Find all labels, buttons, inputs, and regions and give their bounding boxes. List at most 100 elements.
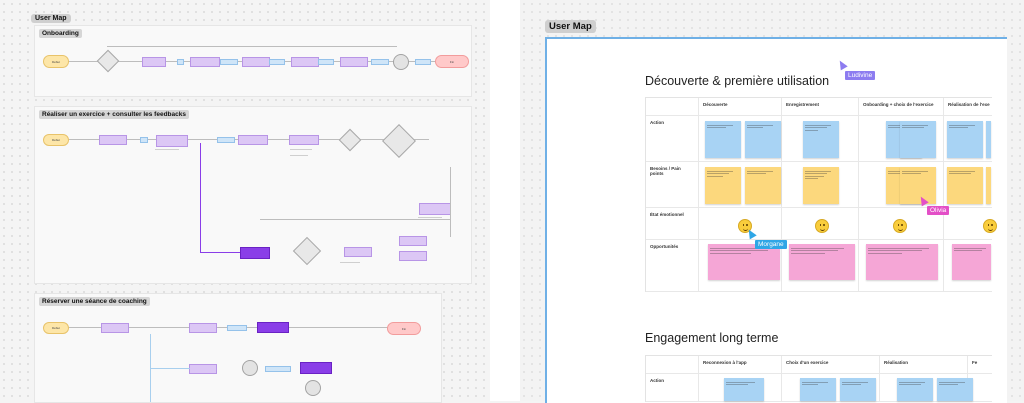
decision-node[interactable] <box>382 124 416 158</box>
flow-step-node[interactable] <box>101 323 129 333</box>
flow-label-node <box>415 59 431 65</box>
decision-node[interactable] <box>96 49 120 73</box>
map-section-title: Engagement long terme <box>645 331 779 345</box>
flow-step-node[interactable] <box>419 203 451 215</box>
sticky-note[interactable] <box>803 121 839 158</box>
flow-section-onboarding[interactable]: Onboarding Début Fin <box>34 25 472 97</box>
flow-connector <box>200 143 201 253</box>
flow-connector <box>150 368 190 369</box>
table-corner <box>646 356 699 374</box>
flow-step-node[interactable] <box>156 135 188 147</box>
flow-label-node <box>177 59 184 65</box>
flow-label-node <box>227 325 247 331</box>
flow-connector <box>200 252 240 253</box>
flow-step-node[interactable] <box>99 135 127 145</box>
flow-section-title: Réaliser un exercice + consulter les fee… <box>39 110 189 119</box>
sticky-note[interactable] <box>986 167 991 204</box>
table-corner <box>646 98 699 116</box>
sticky-note[interactable] <box>705 121 741 158</box>
column-header: Réalisation <box>880 356 968 374</box>
flow-label-node <box>265 366 291 372</box>
flow-circle-node[interactable] <box>393 54 409 70</box>
flow-label-node <box>220 59 238 65</box>
board-label-right[interactable]: User Map <box>545 20 596 33</box>
flow-step-node-active[interactable] <box>257 322 289 333</box>
sticky-note[interactable] <box>708 244 780 280</box>
flow-note <box>418 217 442 218</box>
decision-node[interactable] <box>292 236 322 266</box>
flow-step-node[interactable] <box>399 236 427 246</box>
flow-label-node <box>371 59 389 65</box>
sticky-note[interactable] <box>900 121 936 158</box>
sticky-note[interactable] <box>789 244 855 280</box>
sticky-note[interactable] <box>947 167 983 204</box>
board-label-left[interactable]: User Map <box>31 14 71 23</box>
sticky-note[interactable] <box>952 244 991 280</box>
flow-step-node[interactable] <box>190 57 220 67</box>
flow-circle-node[interactable] <box>305 380 321 396</box>
sticky-note[interactable] <box>724 378 764 401</box>
emotion-happy-icon <box>893 219 907 233</box>
cursor-label-ludivine: Ludivine <box>845 71 876 80</box>
flow-label-node <box>318 59 334 65</box>
flow-section-title: Réserver une séance de coaching <box>39 297 150 306</box>
column-header: Enregistrement <box>782 98 859 116</box>
flow-step-node[interactable] <box>242 57 270 67</box>
row-header: Opportunités <box>646 240 699 292</box>
flow-note <box>290 149 312 150</box>
flow-connector <box>450 167 451 237</box>
canvas-gutter <box>490 0 520 401</box>
sticky-note[interactable] <box>803 167 839 204</box>
sticky-note[interactable] <box>986 121 991 158</box>
sticky-note[interactable] <box>897 378 933 401</box>
flow-start-node[interactable]: Début <box>43 322 69 334</box>
flow-label-node <box>217 137 235 143</box>
flow-step-node[interactable] <box>238 135 268 145</box>
map-section-title: Découverte & première utilisation <box>645 74 830 88</box>
sticky-note[interactable] <box>745 167 781 204</box>
emotion-happy-icon <box>815 219 829 233</box>
flow-note <box>290 155 308 156</box>
flow-step-node[interactable] <box>399 251 427 261</box>
column-header: Découverte <box>699 98 782 116</box>
flow-step-node-active[interactable] <box>300 362 332 374</box>
flow-label-node <box>269 59 285 65</box>
row-header: Action <box>646 374 699 402</box>
sticky-note[interactable] <box>937 378 973 401</box>
flow-step-node[interactable] <box>289 135 319 145</box>
flow-start-node[interactable]: Début <box>43 134 69 146</box>
sticky-note[interactable] <box>745 121 781 158</box>
flow-step-node[interactable] <box>189 323 217 333</box>
flow-start-node[interactable]: Début <box>43 55 69 68</box>
flow-step-node[interactable] <box>142 57 166 67</box>
sticky-note[interactable] <box>705 167 741 204</box>
row-header: Action <box>646 116 699 162</box>
emotion-confused-icon <box>983 219 997 233</box>
flow-step-node[interactable] <box>344 247 372 257</box>
flow-step-node[interactable] <box>291 57 319 67</box>
flow-circle-node[interactable] <box>242 360 258 376</box>
flow-end-node[interactable]: Fin <box>435 55 469 68</box>
cursor-label-morgane: Morgane <box>755 240 787 249</box>
flow-connector <box>107 46 397 47</box>
flow-label-node <box>140 137 148 143</box>
column-header: Reconnexion à l'app <box>699 356 782 374</box>
column-header: Onboarding + choix de l'exercice <box>859 98 944 116</box>
decision-node[interactable] <box>338 128 362 152</box>
sticky-note[interactable] <box>840 378 876 401</box>
flow-step-node[interactable] <box>189 364 217 374</box>
flow-note <box>340 262 360 263</box>
sticky-note[interactable] <box>800 378 836 401</box>
sticky-note[interactable] <box>866 244 938 280</box>
column-header: Réalisation de l'exe <box>944 98 992 116</box>
row-header: Besoins / Pain points <box>646 162 699 208</box>
flow-step-node-active[interactable] <box>240 247 270 259</box>
flow-note <box>155 149 179 150</box>
flow-section-exercise[interactable]: Réaliser un exercice + consulter les fee… <box>34 106 472 284</box>
flow-step-node[interactable] <box>340 57 368 67</box>
flow-section-title: Onboarding <box>39 29 82 38</box>
sticky-note[interactable] <box>947 121 983 158</box>
flow-section-coaching[interactable]: Réserver une séance de coaching Début Fi… <box>34 293 442 403</box>
flow-end-node[interactable]: Fin <box>387 322 421 335</box>
cursor-label-olivia: Olivia <box>927 206 950 215</box>
